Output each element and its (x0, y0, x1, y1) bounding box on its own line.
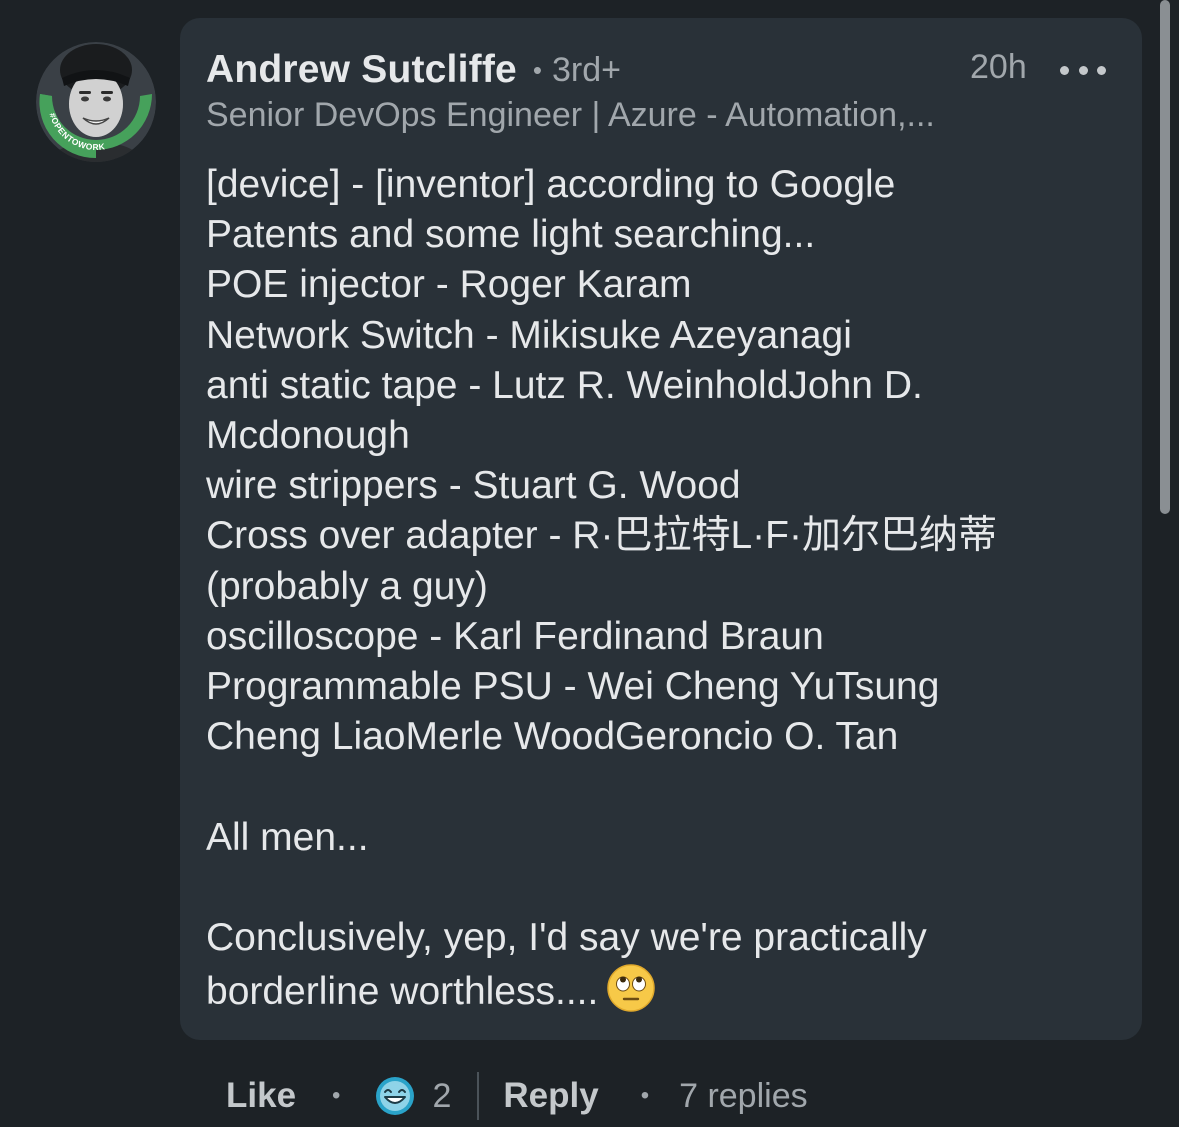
author-headline: Senior DevOps Engineer | Azure - Automat… (206, 96, 935, 134)
reply-button[interactable]: Reply (503, 1076, 598, 1116)
comment-line: Network Switch - Mikisuke Azeyanagi (206, 313, 852, 357)
comment-line: Programmable PSU - Wei Cheng YuTsung (206, 665, 940, 709)
separator-dot: • (332, 1082, 341, 1109)
scrollbar-thumb[interactable] (1160, 0, 1170, 514)
like-button[interactable]: Like (226, 1076, 296, 1116)
author-name[interactable]: Andrew Sutcliffe (206, 48, 517, 92)
comment-line: [device] - [inventor] according to Googl… (206, 163, 896, 206)
comment-line: Patents and some light searching... (206, 213, 816, 257)
comment-line: Conclusively, yep, I'd say we're practic… (206, 916, 927, 960)
comment-actions: Like • 2 Reply • 7 replies (226, 1068, 808, 1124)
comment-line: wire strippers - Stuart G. Wood (206, 464, 741, 508)
replies-link[interactable]: 7 replies (679, 1077, 808, 1116)
connection-degree: 3rd+ (552, 50, 622, 89)
more-options-icon[interactable] (1060, 60, 1106, 80)
comment-timestamp: 20h (970, 48, 1027, 86)
comment-line-with-emoji: borderline worthless.... (206, 963, 1126, 1017)
comment-line: oscilloscope - Karl Ferdinand Braun (206, 614, 824, 658)
comment-bubble: Andrew Sutcliffe • 3rd+ 20h Senior DevOp… (180, 18, 1142, 1040)
comment-line: POE injector - Roger Karam (206, 263, 692, 307)
comment-line: borderline worthless.... (206, 970, 599, 1014)
more-dot (1060, 65, 1069, 75)
comment-line: Cross over adapter - R·巴拉特L·F·加尔巴纳蒂 (206, 514, 997, 558)
comment-line: Cheng LiaoMerle WoodGeroncio O. Tan (206, 715, 899, 759)
comment-screen: #OPENTOWORK Andrew Sutcliffe • 3rd+ 20h … (0, 0, 1179, 1127)
comment-line: Mcdonough (206, 414, 410, 458)
rolling-eyes-emoji-icon (607, 964, 656, 1012)
comment-line: (probably a guy) (206, 564, 488, 608)
avatar[interactable]: #OPENTOWORK (36, 42, 156, 162)
comment-line: All men... (206, 815, 369, 859)
separator-dot: • (532, 54, 543, 85)
comment-line: anti static tape - Lutz R. WeinholdJohn … (206, 363, 923, 407)
more-dot (1078, 65, 1088, 75)
avatar-photo: #OPENTOWORK (36, 42, 156, 162)
comment-header: Andrew Sutcliffe • 3rd+ (206, 44, 621, 96)
separator-dot: • (640, 1082, 650, 1109)
reaction-count[interactable]: 2 (432, 1077, 451, 1116)
action-divider (477, 1072, 480, 1120)
funny-reaction-icon[interactable] (374, 1075, 416, 1117)
more-dot (1097, 65, 1106, 75)
comment-text: [device] - [inventor] according to Googl… (206, 160, 1126, 1017)
